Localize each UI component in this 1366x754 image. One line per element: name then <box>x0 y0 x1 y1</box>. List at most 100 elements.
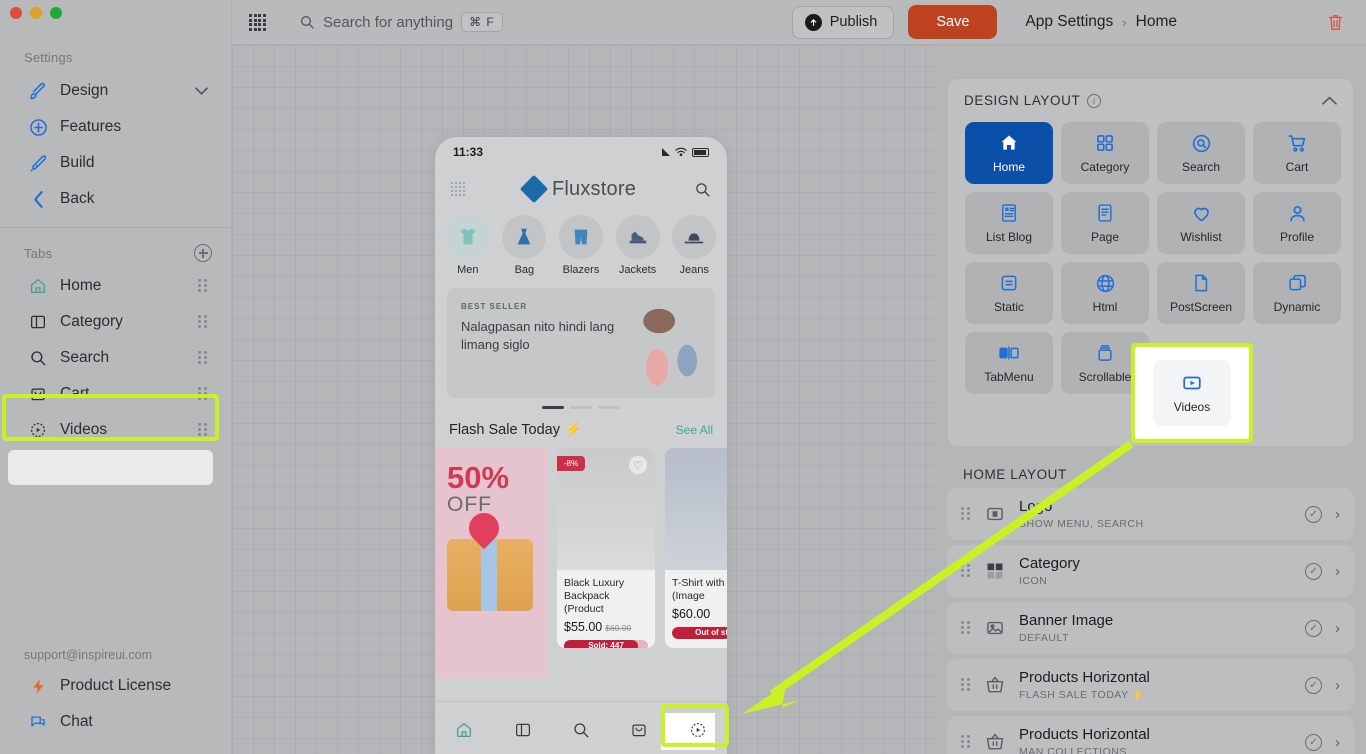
chevron-right-icon[interactable]: › <box>1335 563 1340 580</box>
close-window-button[interactable] <box>10 7 22 19</box>
layout-cell-label: Static <box>994 300 1024 314</box>
check-circle-icon[interactable]: ✓ <box>1305 620 1322 637</box>
phone-product-row[interactable]: 50% OFF -8% ♡ Black Luxury Backpack (Pro… <box>435 448 727 678</box>
drag-handle-icon[interactable] <box>198 279 208 293</box>
breadcrumb-parent[interactable]: App Settings <box>1025 13 1113 31</box>
home-layout-row-category[interactable]: Category ICON ✓ › <box>947 545 1354 597</box>
banner-dot[interactable] <box>542 406 564 409</box>
layout-cell-page[interactable]: Page <box>1061 192 1149 254</box>
grid-apps-icon[interactable] <box>249 14 265 30</box>
check-circle-icon[interactable]: ✓ <box>1305 677 1322 694</box>
design-layout-title: DESIGN LAYOUT <box>964 93 1080 108</box>
phone-banner[interactable]: BEST SELLER Nalagpasan nito hindi lang l… <box>447 288 715 398</box>
sidebar-item-cart[interactable]: Cart <box>6 376 226 412</box>
product-card[interactable]: T-Shirt with I Stop (Image $60.00 Out of… <box>665 448 727 648</box>
drag-handle-icon[interactable] <box>198 351 208 365</box>
info-icon[interactable]: i <box>1087 94 1101 108</box>
bottom-nav-videos-icon[interactable] <box>678 715 718 745</box>
chevron-right-icon[interactable]: › <box>1335 677 1340 694</box>
maximize-window-button[interactable] <box>50 7 62 19</box>
sidebar-item-product-license-label: Product License <box>60 677 208 695</box>
phone-search-icon[interactable] <box>694 181 711 198</box>
drag-handle-icon[interactable] <box>961 564 971 578</box>
sidebar-item-videos[interactable]: Videos <box>6 412 226 448</box>
check-circle-icon[interactable]: ✓ <box>1305 563 1322 580</box>
sidebar-item-chat[interactable]: Chat <box>6 704 226 740</box>
phone-category-item[interactable]: Men <box>443 215 493 276</box>
drag-handle-icon[interactable] <box>198 423 208 437</box>
check-circle-icon[interactable]: ✓ <box>1305 734 1322 751</box>
phone-category-item[interactable]: Jackets <box>613 215 663 276</box>
layout-cell-postscreen[interactable]: PostScreen <box>1157 262 1245 324</box>
home-layout-row-products-horizontal-flash[interactable]: Products Horizontal FLASH SALE TODAY ⚡ ✓… <box>947 659 1354 711</box>
promo-banner[interactable]: 50% OFF <box>435 448 547 678</box>
layout-cell-label: Scrollable <box>1079 370 1132 384</box>
flash-sale-title: Flash Sale Today ⚡ <box>449 421 582 438</box>
publish-button[interactable]: Publish <box>792 6 895 39</box>
chevron-right-icon[interactable]: › <box>1335 620 1340 637</box>
bottom-nav-home-icon[interactable] <box>444 715 484 745</box>
drag-handle-icon[interactable] <box>198 315 208 329</box>
drag-handle-icon[interactable] <box>198 387 208 401</box>
chevron-up-icon[interactable] <box>1322 96 1337 105</box>
drag-handle-icon[interactable] <box>961 678 971 692</box>
minimize-window-button[interactable] <box>30 7 42 19</box>
layout-cell-cart[interactable]: Cart <box>1253 122 1341 184</box>
image-block-icon <box>984 618 1006 638</box>
layout-cell-dynamic[interactable]: Dynamic <box>1253 262 1341 324</box>
sidebar-item-design[interactable]: Design <box>6 73 226 109</box>
sidebar-item-features[interactable]: Features <box>6 109 226 145</box>
preview-canvas[interactable]: 11:33 Fluxstore <box>232 45 935 754</box>
layout-cell-label: List Blog <box>986 230 1032 244</box>
phone-status-icons <box>662 147 709 157</box>
layout-cell-category[interactable]: Category <box>1061 122 1149 184</box>
home-layout-row-logo[interactable]: Logo SHOW MENU, SEARCH ✓ › <box>947 488 1354 540</box>
scrollable-icon <box>1095 342 1115 364</box>
add-tab-button[interactable] <box>194 244 212 262</box>
check-circle-icon[interactable]: ✓ <box>1305 506 1322 523</box>
chevron-down-icon[interactable] <box>195 87 208 95</box>
product-sold-label: Sold: 447 <box>564 640 648 648</box>
trash-icon[interactable] <box>1327 13 1344 32</box>
layout-cell-list-blog[interactable]: List Blog <box>965 192 1053 254</box>
bottom-nav-category-icon[interactable] <box>503 715 543 745</box>
sidebar-item-product-license[interactable]: Product License <box>6 668 226 704</box>
phone-category-item[interactable]: Bag <box>500 215 550 276</box>
layout-cell-search[interactable]: Search <box>1157 122 1245 184</box>
row-text: Banner Image DEFAULT <box>1019 612 1292 643</box>
sidebar-item-build[interactable]: Build <box>6 145 226 181</box>
chevron-right-icon[interactable]: › <box>1335 734 1340 751</box>
flash-sale-see-all-link[interactable]: See All <box>676 423 713 437</box>
drag-handle-icon[interactable] <box>961 507 971 521</box>
bottom-nav-search-icon[interactable] <box>561 715 601 745</box>
home-layout-row-products-horizontal-man[interactable]: Products Horizontal MAN COLLECTIONS ✓ › <box>947 716 1354 754</box>
grid-menu-icon[interactable] <box>451 182 466 197</box>
phone-category-item[interactable]: Blazers <box>556 215 606 276</box>
layout-cell-html[interactable]: Html <box>1061 262 1149 324</box>
banner-dot[interactable] <box>570 406 592 409</box>
heart-icon[interactable]: ♡ <box>629 456 647 474</box>
sidebar-item-search[interactable]: Search <box>6 340 226 376</box>
phone-category-item[interactable]: Jeans <box>669 215 719 276</box>
home-layout-row-banner-image[interactable]: Banner Image DEFAULT ✓ › <box>947 602 1354 654</box>
home-icon <box>28 276 48 296</box>
global-search-input[interactable]: Search for anything ⌘ F <box>299 12 503 32</box>
chevron-right-icon[interactable]: › <box>1335 506 1340 523</box>
document-icon <box>1191 272 1211 294</box>
sidebar-item-home[interactable]: Home <box>6 268 226 304</box>
sidebar-item-category[interactable]: Category <box>6 304 226 340</box>
layout-cell-home[interactable]: Home <box>965 122 1053 184</box>
banner-dot[interactable] <box>598 406 620 409</box>
layout-cell-tabmenu[interactable]: TabMenu <box>965 332 1053 394</box>
sidebar-item-back[interactable]: Back <box>6 181 226 217</box>
drag-handle-icon[interactable] <box>961 735 971 749</box>
banner-tag: BEST SELLER <box>461 302 527 311</box>
save-button[interactable]: Save <box>908 5 997 39</box>
drag-handle-icon[interactable] <box>961 621 971 635</box>
layout-cell-wishlist[interactable]: Wishlist <box>1157 192 1245 254</box>
layout-cell-static[interactable]: Static <box>965 262 1053 324</box>
layout-cell-videos[interactable]: Videos <box>1153 360 1231 426</box>
product-card[interactable]: -8% ♡ Black Luxury Backpack (Product $55… <box>557 448 655 648</box>
bottom-nav-cart-icon[interactable] <box>619 715 659 745</box>
layout-cell-profile[interactable]: Profile <box>1253 192 1341 254</box>
